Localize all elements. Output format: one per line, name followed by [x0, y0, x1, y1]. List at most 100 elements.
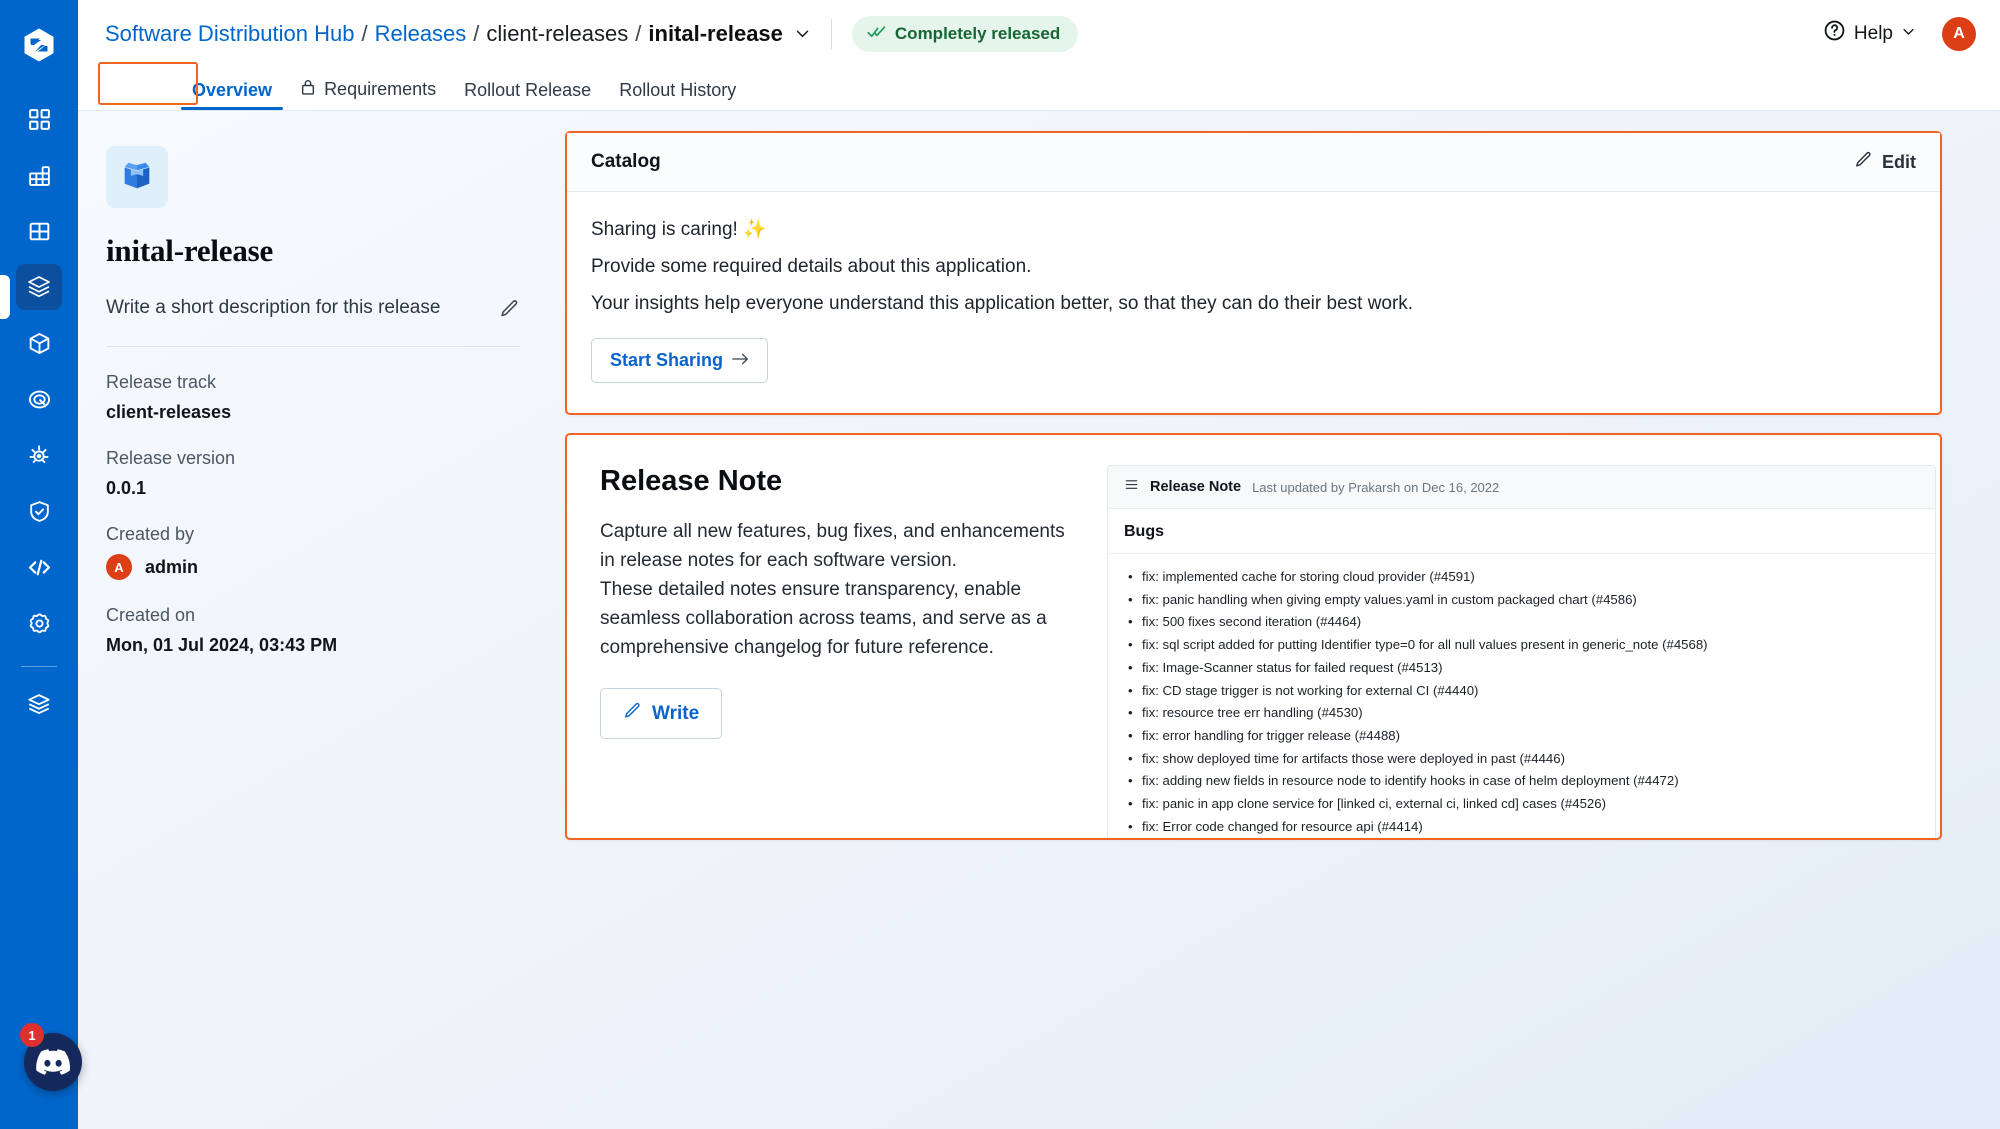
- app-groups-icon: [27, 219, 52, 244]
- release-description-row: Write a short description for this relea…: [106, 297, 520, 347]
- preview-header: Release Note Last updated by Prakarsh on…: [1108, 466, 1935, 509]
- breadcrumb-item-software-distribution-hub[interactable]: Software Distribution Hub: [105, 21, 354, 47]
- field-value: Mon, 01 Jul 2024, 03:43 PM: [106, 635, 338, 655]
- preview-section-title: Bugs: [1108, 509, 1935, 554]
- sidebar-item-applications[interactable]: [16, 96, 62, 142]
- breadcrumb: Software Distribution Hub / Releases / c…: [105, 21, 811, 47]
- preview-meta: Last updated by Prakarsh on Dec 16, 2022: [1252, 479, 1500, 495]
- catalog-card-header: Catalog Edit: [567, 133, 1940, 192]
- breadcrumb-separator: /: [473, 20, 480, 46]
- sidebar-item-deployments[interactable]: [16, 432, 62, 478]
- field-label: Created on: [106, 605, 196, 625]
- tab-rollout-release-label: Rollout Release: [464, 80, 592, 100]
- field-created-by: Created by A admin: [106, 524, 520, 580]
- start-sharing-button[interactable]: Start Sharing: [591, 338, 769, 383]
- tab-overview[interactable]: Overview: [178, 80, 286, 110]
- field-label: Release version: [106, 448, 236, 468]
- sidebar-item-devtron-stack-manager[interactable]: [16, 681, 62, 727]
- gear-icon: [27, 611, 52, 636]
- rail-divider: [21, 666, 57, 667]
- list-icon: [1124, 477, 1139, 497]
- list-item: fix: adding new fields in resource node …: [1124, 770, 1919, 793]
- sidebar-item-application-groups[interactable]: [16, 208, 62, 254]
- sidebar-item-global-configurations[interactable]: [16, 600, 62, 646]
- left-nav-rail: [0, 0, 78, 1129]
- cards-column: Catalog Edit Sharing is caring! ✨ Provid…: [565, 111, 2000, 1129]
- sidebar-item-security[interactable]: [16, 488, 62, 534]
- catalog-line: Your insights help everyone understand t…: [591, 293, 1414, 314]
- catalog-card-body: Sharing is caring! ✨ Provide some requir…: [567, 192, 1940, 413]
- question-circle-icon: [1823, 19, 1846, 48]
- tab-rollout-history[interactable]: Rollout History: [605, 80, 750, 110]
- page-title: inital-release: [106, 233, 274, 268]
- catalog-edit-button[interactable]: Edit: [1854, 150, 1916, 174]
- pencil-icon: [623, 701, 642, 726]
- tab-rollout-release[interactable]: Rollout Release: [450, 80, 605, 110]
- double-check-icon: [867, 24, 886, 44]
- status-badge: Completely released: [851, 15, 1079, 52]
- arrow-right-icon: [732, 350, 749, 371]
- field-release-version: Release version 0.0.1: [106, 448, 520, 499]
- list-item: fix: resource tree err handling (#4530): [1124, 702, 1919, 725]
- write-release-note-button[interactable]: Write: [600, 688, 723, 739]
- chevron-down-icon[interactable]: [794, 25, 811, 42]
- sidebar-item-resource-browser[interactable]: [16, 320, 62, 366]
- avatar: A: [106, 554, 132, 580]
- shield-check-icon: [27, 499, 52, 524]
- devtron-logo-icon[interactable]: [16, 22, 62, 68]
- help-label: Help: [1853, 22, 1893, 44]
- top-bar: Software Distribution Hub / Releases / c…: [78, 0, 2000, 67]
- release-note-paragraph: Capture all new features, bug fixes, and…: [600, 521, 1065, 571]
- avatar[interactable]: A: [1942, 16, 1976, 51]
- jobs-grid-icon: [27, 163, 52, 188]
- sidebar-item-bulk-edit[interactable]: [16, 544, 62, 590]
- tab-requirements[interactable]: Requirements: [286, 78, 450, 110]
- tab-overview-label: Overview: [192, 80, 273, 100]
- edit-description-pencil-icon[interactable]: [499, 298, 520, 319]
- release-description-placeholder: Write a short description for this relea…: [106, 297, 441, 318]
- release-note-card: Release Note Capture all new features, b…: [565, 433, 1942, 841]
- helm-wheel-icon: [26, 442, 52, 468]
- software-distribution-hub-icon: [25, 273, 53, 301]
- active-rail-indicator: [0, 275, 10, 319]
- field-label: Release track: [106, 372, 217, 392]
- chevron-down-icon: [1901, 23, 1916, 45]
- lock-icon: [300, 78, 316, 101]
- list-item: fix: Error code changed for resource api…: [1124, 816, 1919, 839]
- list-item: fix: implemented cache for storing cloud…: [1124, 566, 1919, 589]
- breadcrumb-item-current: inital-release: [648, 20, 783, 46]
- field-release-track: Release track client-releases: [106, 372, 520, 423]
- catalog-line: Provide some required details about this…: [591, 256, 1032, 277]
- target-icon: [27, 387, 52, 412]
- catalog-card: Catalog Edit Sharing is caring! ✨ Provid…: [565, 131, 1942, 415]
- help-menu[interactable]: Help: [1823, 19, 1916, 48]
- breadcrumb-separator: /: [361, 20, 368, 46]
- release-note-paragraph: These detailed notes ensure transparency…: [600, 579, 1047, 658]
- cube-icon: [27, 331, 52, 356]
- sidebar-item-software-distribution-hub[interactable]: [16, 264, 62, 310]
- start-sharing-label: Start Sharing: [610, 350, 724, 370]
- discord-badge: 1: [20, 1023, 44, 1047]
- sidebar-item-jobs[interactable]: [16, 152, 62, 198]
- release-info-panel: inital-release Write a short description…: [78, 111, 565, 1129]
- write-label: Write: [652, 702, 700, 724]
- pencil-icon: [1854, 150, 1873, 174]
- code-icon: [26, 554, 53, 581]
- sidebar-item-chart-store[interactable]: [16, 376, 62, 422]
- list-item: fix: panic in app clone service for [lin…: [1124, 793, 1919, 816]
- field-label: Created by: [106, 524, 195, 544]
- list-item: fix: show deployed time for artifacts th…: [1124, 748, 1919, 771]
- list-item: fix: 500 fixes second iteration (#4464): [1124, 611, 1919, 634]
- catalog-edit-label: Edit: [1882, 151, 1916, 172]
- tab-rollout-history-label: Rollout History: [619, 80, 737, 100]
- status-badge-label: Completely released: [894, 23, 1061, 43]
- release-note-intro: Release Note Capture all new features, b…: [567, 465, 1107, 838]
- breadcrumb-item-client-releases[interactable]: client-releases: [486, 21, 628, 47]
- divider: [830, 18, 832, 49]
- apps-grid-icon: [27, 107, 52, 132]
- release-note-preview: Release Note Last updated by Prakarsh on…: [1107, 465, 1936, 839]
- breadcrumb-item-releases[interactable]: Releases: [375, 21, 467, 47]
- list-item: fix: Image-Scanner status for failed req…: [1124, 657, 1919, 680]
- field-value: client-releases: [106, 402, 232, 422]
- field-created-on: Created on Mon, 01 Jul 2024, 03:43 PM: [106, 605, 520, 656]
